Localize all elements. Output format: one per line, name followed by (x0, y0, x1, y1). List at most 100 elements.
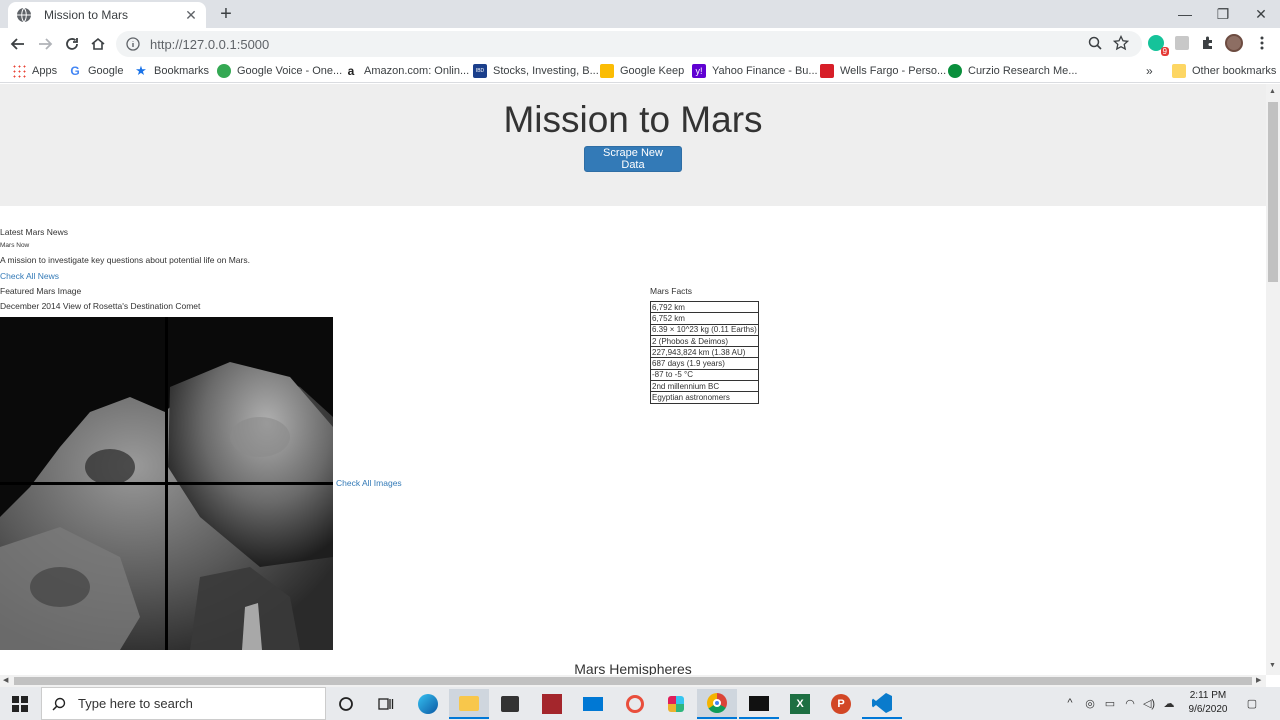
scroll-right-icon[interactable]: ▶ (1256, 676, 1261, 684)
horizontal-scroll-thumb[interactable] (14, 677, 1252, 685)
task-view-icon[interactable] (366, 689, 406, 719)
excel-icon[interactable]: X (780, 689, 820, 719)
close-window-icon[interactable]: ✕ (1242, 0, 1280, 28)
windows-taskbar: Type here to search X P ^ ◎ ▭ ◠ ◁) ☁ 2:1… (0, 687, 1280, 720)
bookmark-google[interactable]: G Google (68, 62, 123, 80)
table-cell: 2 (Phobos & Deimos) (650, 334, 759, 348)
reload-icon[interactable] (60, 32, 84, 56)
wells-fargo-icon (820, 64, 834, 78)
scroll-up-icon[interactable]: ▲ (1269, 88, 1276, 95)
taskbar-search-input[interactable]: Type here to search (41, 687, 326, 720)
extension-badge: 9 (1160, 47, 1169, 56)
windows-start-icon[interactable] (0, 687, 40, 720)
profile-avatar[interactable] (1225, 34, 1243, 52)
google-voice-icon (217, 64, 231, 78)
app-icon-circle[interactable] (615, 689, 655, 719)
volume-icon[interactable]: ◁) (1141, 695, 1157, 711)
store-icon[interactable] (490, 689, 530, 719)
battery-icon[interactable]: ▭ (1102, 695, 1118, 711)
cortana-icon[interactable] (326, 689, 366, 719)
minimize-icon[interactable]: — (1166, 0, 1204, 28)
info-icon[interactable] (126, 37, 140, 51)
page-title: Mission to Mars (503, 99, 763, 140)
extension-icon[interactable] (1173, 34, 1191, 52)
onedrive-icon[interactable]: ☁ (1161, 695, 1177, 711)
horizontal-scrollbar[interactable]: ◀ ▶ (0, 675, 1266, 687)
scroll-down-icon[interactable]: ▼ (1269, 662, 1276, 669)
vertical-scroll-thumb[interactable] (1268, 102, 1278, 282)
clock-time: 2:11 PM (1189, 690, 1227, 701)
home-icon[interactable] (86, 32, 110, 56)
star-icon: ★ (135, 63, 147, 78)
edge-icon[interactable] (408, 689, 448, 719)
bookmark-amazon[interactable]: a Amazon.com: Onlin... (344, 62, 470, 80)
table-cell: 6,792 km (650, 300, 759, 314)
bookmark-wells-fargo[interactable]: Wells Fargo - Perso... (820, 62, 946, 80)
clock-date: 9/6/2020 (1188, 704, 1228, 715)
bookmark-curzio-research[interactable]: Curzio Research Me... (948, 62, 1077, 80)
powerpoint-icon[interactable]: P (821, 689, 861, 719)
bookmark-google-keep[interactable]: Google Keep (600, 62, 684, 80)
table-row: 2 (Phobos & Deimos) (650, 334, 759, 348)
bookmark-yahoo-finance[interactable]: y! Yahoo Finance - Bu... (692, 62, 818, 80)
news-paragraph: A mission to investigate key questions a… (0, 255, 250, 265)
bookmark-google-voice[interactable]: Google Voice - One... (217, 62, 342, 80)
app-icon-red[interactable] (532, 689, 572, 719)
globe-icon (17, 7, 31, 23)
browser-tab[interactable]: Mission to Mars ✕ (8, 2, 206, 28)
notifications-icon[interactable]: ▢ (1244, 695, 1260, 711)
table-row: 6,752 km (650, 312, 759, 325)
bookmark-apps[interactable]: Apps (12, 62, 57, 80)
bookmarks-overflow-button[interactable]: » (1146, 62, 1153, 80)
address-bar[interactable]: http://127.0.0.1:5000 (116, 31, 1142, 57)
news-title: Mars Now (0, 242, 30, 249)
network-activity-icon[interactable]: ◎ (1082, 695, 1098, 711)
table-cell: 6.39 × 10^23 kg (0.11 Earths) (650, 323, 759, 336)
show-hidden-icons-icon[interactable]: ^ (1062, 695, 1078, 711)
chrome-icon[interactable] (697, 689, 737, 719)
table-cell: 2nd millennium BC (650, 380, 759, 393)
back-icon[interactable] (6, 32, 30, 56)
new-tab-icon[interactable]: + (216, 4, 236, 24)
vscode-icon[interactable] (862, 689, 902, 719)
forward-icon[interactable] (33, 32, 57, 56)
restore-icon[interactable]: ❐ (1204, 0, 1242, 28)
extensions-puzzle-icon[interactable] (1199, 34, 1217, 52)
table-cell: 687 days (1.9 years) (650, 357, 759, 370)
grammarly-extension-icon[interactable]: 9 (1147, 34, 1169, 56)
wifi-icon[interactable]: ◠ (1122, 695, 1138, 711)
close-tab-icon[interactable]: ✕ (184, 7, 198, 24)
check-all-news-link[interactable]: Check All News (0, 271, 59, 281)
featured-image-caption: December 2014 View of Rosetta's Destinat… (0, 301, 201, 311)
table-row: 6,792 km (650, 300, 759, 314)
scrape-new-data-button[interactable]: Scrape New Data (584, 146, 682, 172)
tab-title: Mission to Mars (44, 8, 129, 22)
other-bookmarks[interactable]: Other bookmarks (1172, 62, 1276, 80)
tab-strip: Mission to Mars ✕ + — ❐ ✕ (0, 0, 1280, 28)
url-text: http://127.0.0.1:5000 (150, 36, 270, 52)
table-cell: 6,752 km (650, 312, 759, 325)
hemispheres-heading: Mars Hemispheres (574, 661, 692, 675)
folder-icon (1172, 64, 1186, 78)
google-icon: G (68, 64, 82, 78)
terminal-icon[interactable] (739, 689, 779, 719)
bookmark-ibd[interactable]: IBD Stocks, Investing, B... (473, 62, 599, 80)
vertical-scrollbar[interactable]: ▲ ▼ (1266, 84, 1280, 675)
google-keep-icon (600, 64, 614, 78)
mars-facts-heading: Mars Facts (650, 286, 693, 296)
taskbar-clock[interactable]: 2:11 PM 9/6/2020 (1180, 689, 1236, 717)
zoom-icon[interactable] (1086, 34, 1104, 52)
scroll-left-icon[interactable]: ◀ (3, 676, 8, 684)
mail-icon[interactable] (573, 689, 613, 719)
bookmark-bookmarks[interactable]: ★ Bookmarks (134, 62, 209, 80)
search-icon (52, 697, 66, 711)
slack-icon[interactable] (656, 689, 696, 719)
check-all-images-link[interactable]: Check All Images (336, 478, 402, 488)
jumbotron-header: Mission to Mars Scrape New Data (0, 84, 1266, 206)
yahoo-icon: y! (692, 64, 706, 78)
bookmark-star-icon[interactable] (1112, 34, 1130, 52)
chrome-menu-icon[interactable] (1253, 34, 1271, 52)
featured-mars-image[interactable] (0, 317, 333, 650)
file-explorer-icon[interactable] (449, 689, 489, 719)
amazon-icon: a (347, 64, 355, 78)
